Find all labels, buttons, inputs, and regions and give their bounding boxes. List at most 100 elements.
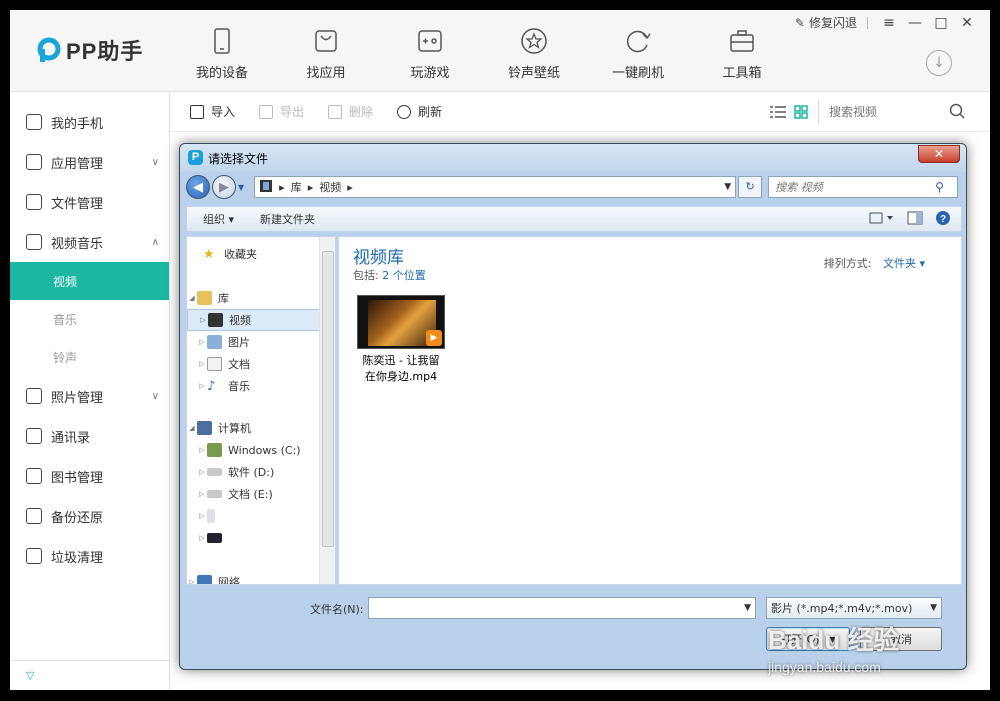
scrollbar-thumb[interactable] (322, 251, 334, 547)
nav-find-apps[interactable]: 找应用 (274, 10, 378, 92)
new-folder-button[interactable]: 新建文件夹 (260, 211, 315, 227)
nav-device-2[interactable]: ▷ (187, 527, 335, 549)
chevron-down-icon[interactable]: ▼ (830, 635, 836, 644)
back-button[interactable]: ◀ (186, 175, 210, 199)
dialog-search-box: ⚲ (768, 176, 959, 198)
collapsed-arrow-icon: ▷ (199, 512, 205, 520)
arrow-left-icon: ◀ (193, 179, 203, 195)
sidebar-item-video-music[interactable]: 视频音乐 ∧ (10, 222, 169, 262)
sidebar-item-label: 图书管理 (51, 470, 104, 486)
history-dropdown-icon[interactable]: ▼ (238, 183, 244, 192)
cancel-button[interactable]: 取消 (860, 627, 942, 651)
forward-button[interactable]: ▶ (212, 175, 236, 199)
nav-my-device[interactable]: 我的设备 (170, 10, 274, 92)
repair-crash-button[interactable]: ✎ 修复闪退 (795, 14, 857, 31)
video-thumbnail: ▶ (357, 295, 445, 349)
photo-icon (26, 388, 42, 404)
nav-network[interactable]: ▷ 网络 (187, 571, 335, 585)
sidebar-item-books[interactable]: 图书管理 (10, 456, 169, 496)
nav-toolbox[interactable]: 工具箱 (690, 10, 794, 92)
address-dropdown-icon[interactable]: ▼ (724, 182, 731, 192)
breadcrumb-libraries[interactable]: 库 (291, 179, 302, 195)
list-view-icon[interactable] (770, 105, 786, 119)
includes-locations-link[interactable]: 2 个位置 (382, 269, 426, 282)
nav-drive-e[interactable]: ▷ 文档 (E:) (187, 483, 335, 505)
nav-drive-c[interactable]: ▷ Windows (C:) (187, 439, 335, 461)
organize-menu[interactable]: 组织 ▾ (203, 211, 234, 227)
video-file-name: 陈奕迅 - 让我留 在你身边.mp4 (355, 353, 447, 385)
portable-device-icon (207, 509, 215, 523)
refresh-label: 刷新 (418, 105, 443, 119)
filename-input[interactable]: ▼ (368, 597, 756, 619)
delete-button[interactable]: 删除 (328, 103, 373, 120)
video-file-item[interactable]: ▶ 陈奕迅 - 让我留 在你身边.mp4 (355, 295, 447, 385)
sidebar-item-photo-manage[interactable]: 照片管理 ∨ (10, 376, 169, 416)
nav-ringtones-wallpapers[interactable]: 铃声壁纸 (482, 10, 586, 92)
refresh-button[interactable]: 刷新 (397, 103, 442, 120)
refresh-icon (397, 104, 412, 119)
search-icon[interactable] (949, 103, 965, 122)
sidebar-item-label: 通讯录 (51, 430, 91, 446)
dialog-close-button[interactable]: ✕ (918, 145, 960, 163)
nav-device-1[interactable]: ▷ (187, 505, 335, 527)
nav-libraries[interactable]: ◢ 库 (187, 287, 335, 309)
breadcrumb-videos[interactable]: 视频 (319, 179, 341, 195)
open-button[interactable]: 打开(O) ▼ (766, 627, 850, 651)
nav-lib-music[interactable]: ▷ ♪ 音乐 (187, 375, 335, 397)
sidebar-item-my-phone[interactable]: 我的手机 (10, 102, 169, 142)
maximize-button[interactable]: □ (928, 15, 954, 31)
sidebar-item-contacts[interactable]: 通讯录 (10, 416, 169, 456)
minimize-button[interactable]: — (902, 15, 928, 31)
file-name-line1: 陈奕迅 - 让我留 (362, 354, 440, 367)
chevron-down-icon[interactable]: ▼ (744, 603, 751, 613)
library-icon (197, 291, 212, 305)
nav-lib-pictures[interactable]: ▷ 图片 (187, 331, 335, 353)
nav-lib-videos[interactable]: ▷ 视频 (187, 309, 335, 331)
nav-label: 视频 (229, 314, 251, 327)
close-button[interactable]: ✕ (954, 15, 980, 31)
download-manager-button[interactable]: ↓ (926, 50, 952, 76)
preview-pane-icon[interactable] (907, 211, 923, 228)
export-button[interactable]: 导出 (259, 103, 304, 120)
nav-label: 一键刷机 (611, 66, 664, 81)
import-button[interactable]: 导入 (190, 103, 235, 120)
file-type-select[interactable]: 影片 (*.mp4;*.m4v;*.mov) ▼ (766, 597, 942, 619)
phone-icon (26, 114, 42, 130)
search-icon[interactable]: ⚲ (935, 180, 944, 194)
sidebar-subitem-ringtone[interactable]: 铃声 (10, 338, 169, 376)
nav-play-games[interactable]: 玩游戏 (378, 10, 482, 92)
sidebar-item-cleanup[interactable]: 垃圾清理 (10, 536, 169, 576)
nav-label: 网络 (218, 576, 240, 585)
breadcrumb-separator: ▸ (279, 180, 285, 194)
sidebar-item-backup[interactable]: 备份还原 (10, 496, 169, 536)
sidebar-subitem-video[interactable]: 视频 (10, 262, 169, 300)
nav-computer[interactable]: ◢ 计算机 (187, 417, 335, 439)
refresh-address-button[interactable]: ↻ (738, 176, 763, 198)
sidebar-item-file-manage[interactable]: 文件管理 (10, 182, 169, 222)
file-open-dialog: P 请选择文件 ✕ ◀ ▶ ▼ ▸ 库 ▸ 视频 ▸ ▼ ↻ ⚲ 组织 ▾ 新建… (179, 143, 967, 670)
nav-label: 找应用 (306, 66, 346, 81)
collapsed-arrow-icon: ▷ (189, 578, 195, 585)
help-icon[interactable]: ? (935, 210, 951, 229)
search-input[interactable] (829, 105, 949, 119)
grid-view-icon[interactable] (794, 105, 810, 119)
menu-button[interactable]: ≡ (876, 15, 902, 31)
nav-drive-d[interactable]: ▷ 软件 (D:) (187, 461, 335, 483)
nav-lib-documents[interactable]: ▷ 文档 (187, 353, 335, 375)
nav-pane-scrollbar[interactable] (319, 237, 335, 584)
dialog-search-input[interactable] (775, 180, 936, 194)
open-label: 打开(O) (780, 633, 820, 646)
collapsed-arrow-icon: ▷ (199, 490, 205, 498)
sidebar-item-app-manage[interactable]: 应用管理 ∨ (10, 142, 169, 182)
sidebar-subitem-music[interactable]: 音乐 (10, 300, 169, 338)
nav-one-click-flash[interactable]: 一键刷机 (586, 10, 690, 92)
chevron-up-icon: ∧ (151, 236, 159, 248)
change-view-icon[interactable] (869, 212, 895, 227)
address-bar[interactable]: ▸ 库 ▸ 视频 ▸ ▼ (254, 176, 737, 198)
sidebar-item-label: 我的手机 (51, 116, 104, 132)
video-library-icon (259, 179, 273, 196)
sort-dropdown[interactable]: 文件夹 ▾ (883, 257, 925, 270)
collapsed-arrow-icon: ▷ (199, 382, 205, 390)
sidebar-collapse-button[interactable]: ▽ (10, 660, 170, 690)
nav-favorites[interactable]: ★ 收藏夹 (187, 243, 335, 265)
